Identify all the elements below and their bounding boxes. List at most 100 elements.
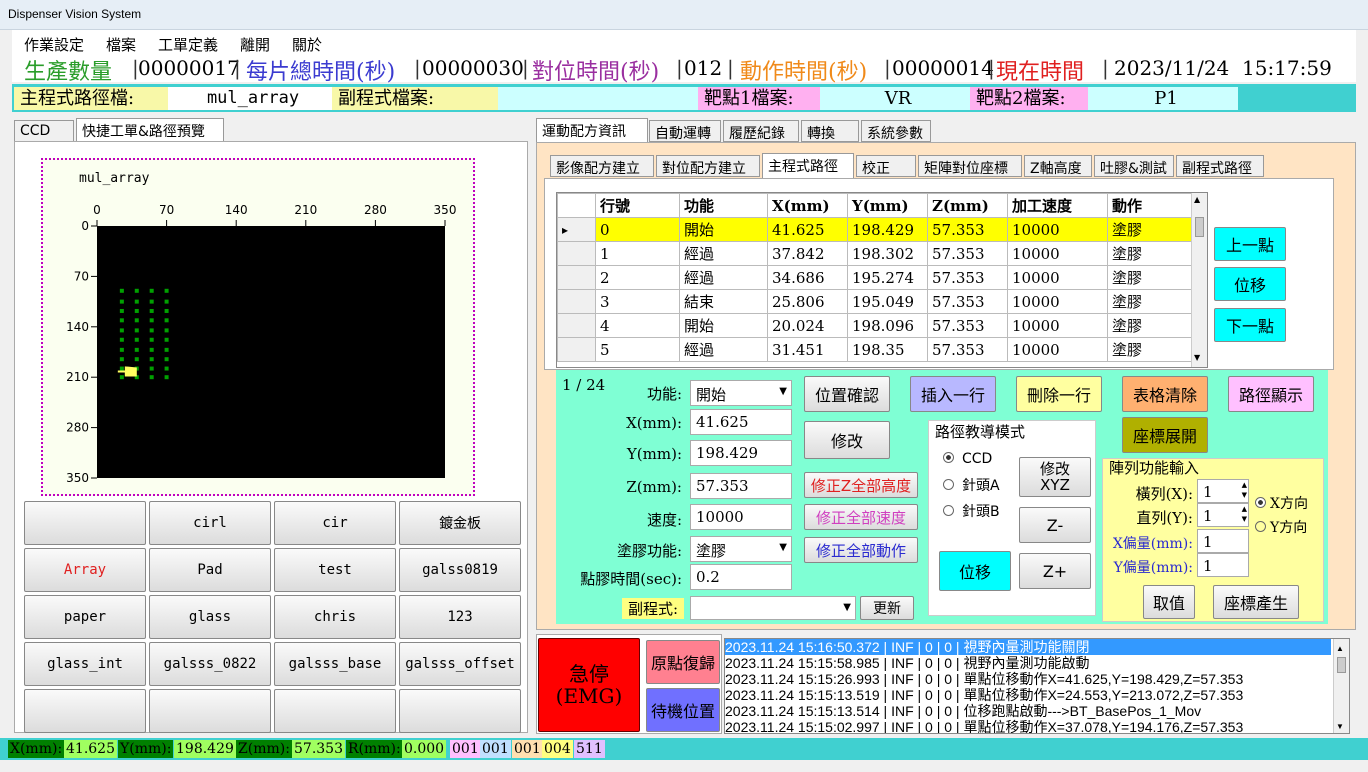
subtab-calibration[interactable]: 校正 xyxy=(856,155,916,177)
subtab-align-recipe[interactable]: 對位配方建立 xyxy=(656,155,760,177)
insert-row-button[interactable]: 插入一行 xyxy=(910,376,996,412)
column-header[interactable]: Z(mm) xyxy=(927,193,1008,218)
menu-settings[interactable]: 作業設定 xyxy=(24,34,84,55)
row-selector[interactable] xyxy=(557,337,596,362)
table-cell[interactable]: 57.353 xyxy=(927,265,1008,290)
prev-point-button[interactable]: 上一點 xyxy=(1214,227,1286,261)
table-cell[interactable]: 37.842 xyxy=(767,241,848,266)
column-header[interactable]: X(mm) xyxy=(767,193,848,218)
table-cell[interactable]: 0 xyxy=(595,217,680,242)
table-row[interactable]: 3 結束 25.806 195.049 57.353 10000 塗膠 xyxy=(557,289,1192,314)
subtab-main-path[interactable]: 主程式路徑 xyxy=(762,153,854,179)
x-field[interactable]: 41.625 xyxy=(690,409,792,435)
tab-history[interactable]: 履歷紀錄 xyxy=(723,120,799,142)
table-cell[interactable]: 57.353 xyxy=(927,337,1008,362)
y-offset-field[interactable]: 1 xyxy=(1197,553,1249,577)
quick-button-paper[interactable]: paper xyxy=(24,595,146,639)
table-cell[interactable]: 195.274 xyxy=(847,265,928,290)
expand-coords-button[interactable]: 座標展開 xyxy=(1122,417,1208,453)
speed-field[interactable]: 10000 xyxy=(690,504,792,530)
subtab-image-recipe[interactable]: 影像配方建立 xyxy=(550,155,654,177)
delete-row-button[interactable]: 刪除一行 xyxy=(1016,376,1102,412)
table-cell[interactable]: 3 xyxy=(595,289,680,314)
cols-spinner[interactable]: 1 ▲ ▼ xyxy=(1197,479,1249,503)
radio-needle-a[interactable]: 針頭A xyxy=(943,475,1000,495)
table-cell[interactable]: 25.806 xyxy=(767,289,848,314)
log-entry[interactable]: 2023.11.24 15:15:58.985 | INF | 0 | 0 | … xyxy=(725,655,1331,671)
table-row[interactable]: 5 經過 31.451 198.35 57.353 10000 塗膠 xyxy=(557,337,1192,362)
table-cell[interactable]: 10000 xyxy=(1007,337,1108,362)
table-row[interactable]: 2 經過 34.686 195.274 57.353 10000 塗膠 xyxy=(557,265,1192,290)
log-entry[interactable]: 2023.11.24 15:16:50.372 | INF | 0 | 0 | … xyxy=(725,639,1331,655)
tab-auto-run[interactable]: 自動運轉 xyxy=(649,120,721,142)
row-selector[interactable] xyxy=(557,313,596,338)
quick-button-test[interactable]: test xyxy=(274,548,396,592)
table-cell[interactable]: 57.353 xyxy=(927,217,1008,242)
table-cell[interactable]: 經過 xyxy=(679,265,768,290)
move-point-button[interactable]: 位移 xyxy=(1214,267,1286,301)
quick-button-gold-plate[interactable]: 鍍金板 xyxy=(399,501,521,545)
table-cell[interactable]: 198.35 xyxy=(847,337,928,362)
table-cell[interactable]: 41.625 xyxy=(767,217,848,242)
table-cell[interactable]: 5 xyxy=(595,337,680,362)
tab-quick-preview[interactable]: 快捷工單&路徑預覽 xyxy=(76,118,224,142)
table-cell[interactable]: 開始 xyxy=(679,313,768,338)
subtab-dispense-test[interactable]: 吐膠&測試 xyxy=(1094,155,1174,177)
modify-xyz-button[interactable]: 修改 XYZ xyxy=(1019,457,1091,497)
clear-table-button[interactable]: 表格清除 xyxy=(1122,376,1208,412)
row-selector[interactable] xyxy=(557,265,596,290)
log-entry[interactable]: 2023.11.24 15:15:02.997 | INF | 0 | 0 | … xyxy=(725,719,1331,733)
table-cell[interactable]: 57.353 xyxy=(927,289,1008,314)
column-header[interactable]: 動作 xyxy=(1107,193,1192,218)
menu-file[interactable]: 檔案 xyxy=(106,34,136,55)
radio-y-direction[interactable]: Y方向 xyxy=(1255,517,1307,537)
table-cell[interactable]: 34.686 xyxy=(767,265,848,290)
radio-needle-b[interactable]: 針頭B xyxy=(943,501,1000,521)
fix-all-speed-button[interactable]: 修正全部速度 xyxy=(804,504,918,530)
table-cell[interactable]: 10000 xyxy=(1007,265,1108,290)
column-header[interactable]: 行號 xyxy=(595,193,680,218)
z-field[interactable]: 57.353 xyxy=(690,473,792,499)
quick-button-galsss-base[interactable]: galsss_base xyxy=(274,642,396,686)
table-cell[interactable]: 塗膠 xyxy=(1107,241,1192,266)
emergency-stop-button[interactable]: 急停 (EMG) xyxy=(538,638,640,732)
quick-button-cirl[interactable]: cirl xyxy=(149,501,271,545)
tab-motion-recipe[interactable]: 運動配方資訊 xyxy=(536,118,648,143)
standby-position-button[interactable]: 待機位置 xyxy=(646,688,720,732)
radio-x-direction[interactable]: X方向 xyxy=(1255,493,1308,513)
tab-ccd[interactable]: CCD xyxy=(14,120,74,142)
column-header[interactable]: 功能 xyxy=(679,193,768,218)
table-cell[interactable]: 31.451 xyxy=(767,337,848,362)
quick-button-array[interactable]: Array xyxy=(24,548,146,592)
table-cell[interactable]: 塗膠 xyxy=(1107,217,1192,242)
column-header[interactable]: 加工速度 xyxy=(1007,193,1108,218)
rows-spinner[interactable]: 1 ▲ ▼ xyxy=(1197,503,1249,527)
z-plus-button[interactable]: Z+ xyxy=(1019,553,1091,589)
tab-convert[interactable]: 轉換 xyxy=(801,120,859,142)
table-cell[interactable]: 經過 xyxy=(679,337,768,362)
table-cell[interactable]: 10000 xyxy=(1007,241,1108,266)
quick-button-blank[interactable] xyxy=(399,689,521,733)
grid-scrollbar[interactable]: ▲ ▼ xyxy=(1191,193,1207,367)
menu-exit[interactable]: 離開 xyxy=(240,34,270,55)
row-selector[interactable] xyxy=(557,241,596,266)
table-cell[interactable]: 198.096 xyxy=(847,313,928,338)
position-confirm-button[interactable]: 位置確認 xyxy=(804,376,890,412)
table-cell[interactable]: 塗膠 xyxy=(1107,289,1192,314)
menu-work-order[interactable]: 工單定義 xyxy=(158,34,218,55)
table-cell[interactable]: 開始 xyxy=(679,217,768,242)
teach-move-button[interactable]: 位移 xyxy=(939,551,1011,591)
subtab-matrix-align[interactable]: 矩陣對位座標 xyxy=(918,155,1022,177)
table-cell[interactable]: 1 xyxy=(595,241,680,266)
quick-button-blank[interactable] xyxy=(149,689,271,733)
modify-button[interactable]: 修改 xyxy=(804,421,890,459)
column-header[interactable]: Y(mm) xyxy=(847,193,928,218)
glue-select[interactable]: 塗膠 ▼ xyxy=(690,536,792,562)
quick-button-chris[interactable]: chris xyxy=(274,595,396,639)
table-cell[interactable]: 結束 xyxy=(679,289,768,314)
table-row[interactable]: 1 經過 37.842 198.302 57.353 10000 塗膠 xyxy=(557,241,1192,266)
row-selector[interactable] xyxy=(557,289,596,314)
refresh-button[interactable]: 更新 xyxy=(860,596,914,620)
subprogram-select[interactable]: ▼ xyxy=(690,596,856,620)
func-select[interactable]: 開始 ▼ xyxy=(690,380,792,406)
